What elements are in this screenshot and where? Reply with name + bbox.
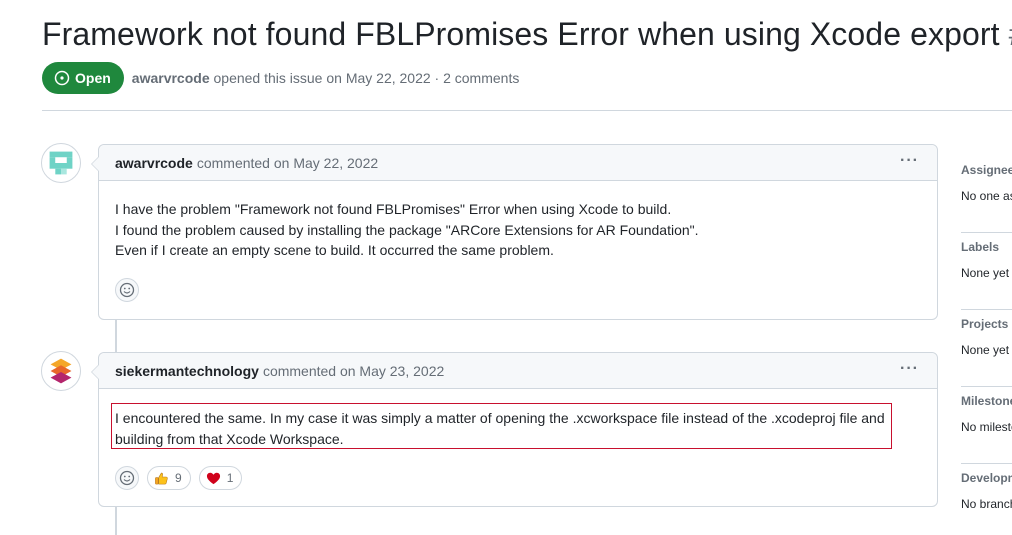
sidebar-label: Milestone xyxy=(961,394,1012,408)
sidebar-value: No one assigned xyxy=(961,189,1012,203)
header-divider xyxy=(42,110,1012,111)
comment-line: Even if I create an empty scene to build… xyxy=(115,242,554,258)
comment-timestamp[interactable]: commented on May 23, 2022 xyxy=(263,363,444,379)
comment-body: I have the problem "Framework not found … xyxy=(99,181,937,261)
reaction-thumbs-up-button[interactable]: 9 xyxy=(147,466,191,490)
comment-2: siekermantechnology commented on May 23,… xyxy=(91,352,938,507)
add-reaction-button[interactable] xyxy=(115,466,139,490)
sieker-logo-icon xyxy=(50,358,72,384)
smiley-icon xyxy=(119,470,135,486)
issue-meta: Open awarvrcode opened this issue on May… xyxy=(42,62,519,94)
sidebar-labels[interactable]: Labels None yet xyxy=(961,233,1012,310)
issue-number: #7 xyxy=(1009,16,1012,52)
comment-line: I found the problem caused by installing… xyxy=(115,221,699,238)
sidebar-label: Labels xyxy=(961,240,1000,254)
add-reaction-button[interactable] xyxy=(115,278,139,302)
issue-title: Framework not found FBLPromises Error wh… xyxy=(42,16,1012,53)
issue-opened-text: opened this issue on May 22, 2022 · 2 co… xyxy=(213,70,520,86)
sidebar-assignees[interactable]: Assignees No one assigned xyxy=(961,156,1012,233)
sidebar-value: No branches xyxy=(961,497,1012,511)
thumbs-up-icon xyxy=(155,472,168,484)
issue-meta-text: awarvrcode opened this issue on May 22, … xyxy=(132,70,520,86)
comment-1: awarvrcode commented on May 22, 2022 ···… xyxy=(91,144,938,320)
reactions-bar xyxy=(115,278,139,302)
comment-header: awarvrcode commented on May 22, 2022 ··· xyxy=(99,145,937,181)
comment-options-icon[interactable]: ··· xyxy=(900,361,919,377)
comment-timestamp[interactable]: commented on May 22, 2022 xyxy=(197,155,378,171)
comment-header: siekermantechnology commented on May 23,… xyxy=(99,353,937,389)
sidebar-label: Development xyxy=(961,471,1012,485)
sidebar-development[interactable]: Development No branches xyxy=(961,464,1012,535)
reaction-count: 1 xyxy=(226,471,234,485)
reaction-count: 9 xyxy=(175,471,182,485)
avatar-awarvrcode[interactable] xyxy=(41,143,81,183)
comment-line: I have the problem "Framework not found … xyxy=(115,201,672,217)
issue-sidebar: Assignees No one assigned Labels None ye… xyxy=(961,156,1012,535)
reactions-bar: 9 1 xyxy=(115,466,243,490)
issue-author-link[interactable]: awarvrcode xyxy=(132,70,210,86)
avatar-siekermantechnology[interactable] xyxy=(41,351,81,391)
heart-icon xyxy=(206,472,220,484)
sidebar-milestone[interactable]: Milestone No milestone xyxy=(961,387,1012,464)
comment-caret xyxy=(91,156,99,172)
issue-open-icon xyxy=(54,70,70,86)
sidebar-projects[interactable]: Projects None yet xyxy=(961,310,1012,387)
sidebar-value: None yet xyxy=(961,266,1010,280)
sidebar-label: Projects xyxy=(961,317,1009,331)
issue-title-text: Framework not found FBLPromises Error wh… xyxy=(42,16,1000,52)
comment-options-icon[interactable]: ··· xyxy=(900,153,919,169)
comment-caret xyxy=(91,364,99,380)
comment-author-link[interactable]: awarvrcode xyxy=(115,155,193,171)
sidebar-label: Assignees xyxy=(961,163,1012,177)
smiley-icon xyxy=(119,282,135,298)
comment-author-link[interactable]: siekermantechnology xyxy=(115,363,259,379)
highlight-box xyxy=(111,403,892,449)
sidebar-value: None yet xyxy=(961,343,1010,357)
status-badge: Open xyxy=(42,62,124,94)
sidebar-value: No milestone xyxy=(961,420,1012,434)
identicon-avatar-icon xyxy=(49,151,73,175)
reaction-heart-button[interactable]: 1 xyxy=(198,466,243,490)
status-label: Open xyxy=(75,70,111,86)
